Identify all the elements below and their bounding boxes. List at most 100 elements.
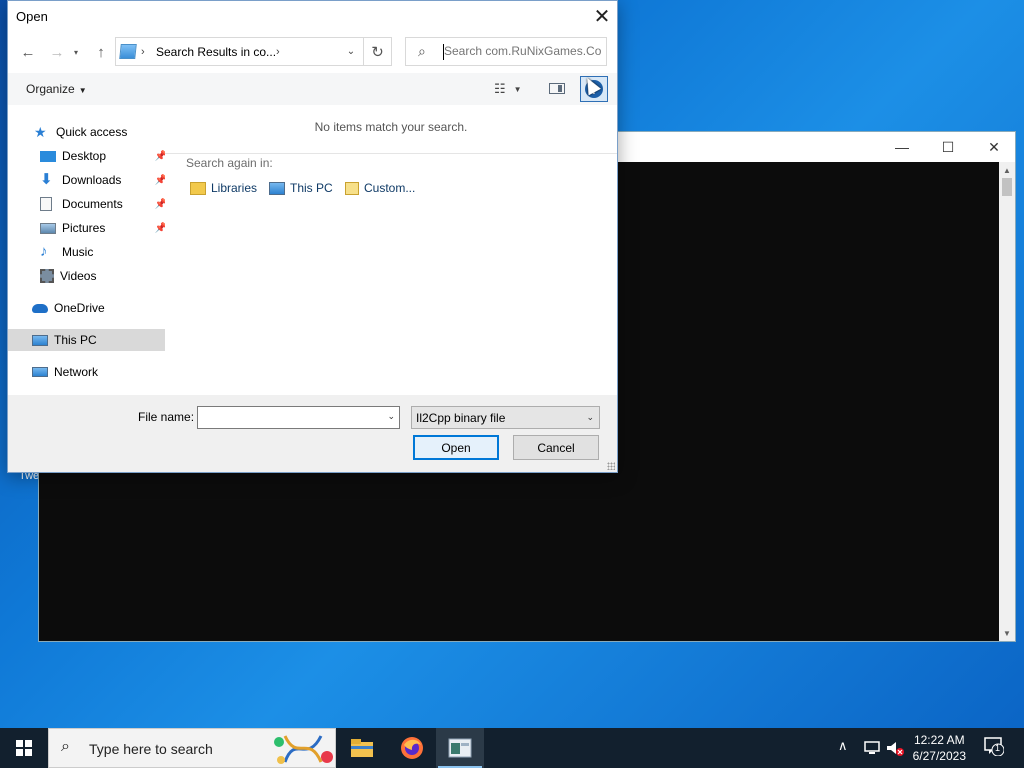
scroll-up-arrow-icon[interactable]: ▲ xyxy=(999,162,1015,178)
desktop-icon xyxy=(40,150,56,162)
address-dropdown-icon[interactable]: ⌄ xyxy=(339,38,363,65)
search-again-label: Search again in: xyxy=(186,156,273,170)
navigation-pane: ★ Quick access Desktop 📌 ⬇ Downloads 📌 Docum… xyxy=(8,105,167,395)
volume-muted-icon[interactable] xyxy=(885,739,905,757)
file-type-value: Il2Cpp binary file xyxy=(416,411,506,425)
scrollbar-thumb[interactable] xyxy=(1002,178,1012,196)
location-label: This PC xyxy=(290,181,333,195)
chevron-down-icon: ▼ xyxy=(78,86,87,95)
refresh-button[interactable]: ↻ xyxy=(364,37,392,66)
nav-network[interactable]: Network xyxy=(32,361,98,383)
file-type-dropdown[interactable]: Il2Cpp binary file ⌄ xyxy=(411,406,600,429)
star-icon: ★ xyxy=(34,124,47,140)
nav-pictures[interactable]: Pictures 📌 xyxy=(40,217,167,239)
taskbar-firefox[interactable] xyxy=(388,728,436,768)
minimize-button[interactable]: — xyxy=(879,132,925,162)
nav-quick-access[interactable]: ★ Quick access xyxy=(34,121,127,143)
notification-count: 1 xyxy=(995,743,1001,753)
file-name-combobox[interactable]: ⌄ xyxy=(197,406,400,429)
network-status-icon[interactable] xyxy=(863,740,881,756)
resize-grip-icon[interactable] xyxy=(607,462,615,470)
maximize-button[interactable]: ☐ xyxy=(925,132,971,162)
nav-label: OneDrive xyxy=(54,301,105,315)
film-icon xyxy=(40,269,54,283)
close-button[interactable]: ✕ xyxy=(971,132,1017,162)
dialog-footer: File name: ⌄ Il2Cpp binary file ⌄ Open C… xyxy=(8,395,617,472)
nav-label: Music xyxy=(62,245,94,259)
taskbar-clock[interactable]: 12:22 AM 6/27/2023 xyxy=(913,732,966,764)
preview-pane-button[interactable] xyxy=(549,80,567,98)
command-bar: Organize ▼ ☷ ▼ ? xyxy=(8,73,617,105)
dialog-close-button[interactable]: ✕ xyxy=(587,1,617,31)
action-center-button[interactable]: 1 xyxy=(984,736,1005,758)
search-again-custom-link[interactable]: Custom... xyxy=(345,178,415,198)
search-again-this-pc-link[interactable]: This PC xyxy=(269,178,333,198)
chevron-down-icon[interactable]: ⌄ xyxy=(387,411,395,422)
download-arrow-icon: ⬇ xyxy=(40,171,53,188)
open-file-dialog: Open ✕ ← → ▾ ↑ › Search Results in co...… xyxy=(7,0,618,473)
notification-icon xyxy=(984,737,1005,757)
divider xyxy=(165,153,617,154)
nav-label: Network xyxy=(54,365,99,379)
search-results-icon xyxy=(119,44,137,59)
nav-documents[interactable]: Documents 📌 xyxy=(40,193,167,215)
taskbar-console-app[interactable] xyxy=(436,728,484,768)
network-icon xyxy=(32,367,48,377)
forward-button[interactable]: → xyxy=(46,41,68,63)
chevron-down-icon[interactable]: ▼ xyxy=(514,85,522,94)
search-box[interactable]: ⌕ xyxy=(405,37,607,66)
music-note-icon: ♪ xyxy=(40,243,48,260)
taskbar-file-explorer[interactable] xyxy=(338,728,386,768)
organize-menu[interactable]: Organize ▼ xyxy=(26,82,87,96)
show-hidden-icons-button[interactable]: ∧ xyxy=(838,738,848,754)
nav-label: Desktop xyxy=(62,149,107,163)
console-scrollbar[interactable]: ▲ ▼ xyxy=(999,162,1015,641)
open-button[interactable]: Open xyxy=(413,435,499,460)
taskbar-search-placeholder[interactable]: Type here to search xyxy=(89,741,213,757)
search-icon: ⌕ xyxy=(418,43,426,59)
clock-date: 6/27/2023 xyxy=(912,749,966,763)
document-icon xyxy=(40,197,52,211)
change-view-button[interactable]: ☷ ▼ xyxy=(494,80,530,98)
address-bar[interactable]: › Search Results in co... › ⌄ xyxy=(115,37,364,66)
taskbar-search-box[interactable]: ⌕ Type here to search xyxy=(48,728,336,768)
chevron-down-icon[interactable]: ⌄ xyxy=(586,412,594,423)
folder-icon xyxy=(351,739,373,757)
nav-label: Pictures xyxy=(62,221,106,235)
breadcrumb-chevron-icon[interactable]: › xyxy=(141,46,145,58)
nav-downloads[interactable]: ⬇ Downloads 📌 xyxy=(40,169,167,191)
start-button[interactable] xyxy=(0,728,48,768)
search-again-libraries-link[interactable]: Libraries xyxy=(190,178,257,198)
nav-videos[interactable]: Videos xyxy=(40,265,96,287)
cloud-icon xyxy=(32,303,48,313)
recent-locations-dropdown[interactable]: ▾ xyxy=(70,41,82,63)
details-view-icon: ☷ xyxy=(494,81,506,96)
search-input[interactable] xyxy=(444,44,604,58)
nav-label: Videos xyxy=(60,269,97,283)
nav-onedrive[interactable]: OneDrive xyxy=(32,297,105,319)
text-caret xyxy=(443,44,444,60)
back-button[interactable]: ← xyxy=(17,41,39,63)
location-label: Libraries xyxy=(211,181,258,195)
console-app-icon xyxy=(448,738,472,758)
nav-label: Quick access xyxy=(56,125,128,139)
organize-label: Organize xyxy=(26,82,75,96)
taskbar: ⌕ Type here to search ∧ 12:22 AM 6/27/20… xyxy=(0,728,1024,768)
cancel-button[interactable]: Cancel xyxy=(513,435,599,460)
nav-music[interactable]: ♪ Music xyxy=(40,241,93,263)
location-label: Custom... xyxy=(364,181,416,195)
dialog-title: Open xyxy=(16,9,48,24)
nav-label: Documents xyxy=(62,197,123,211)
nav-desktop[interactable]: Desktop 📌 xyxy=(40,145,167,167)
up-button[interactable]: ↑ xyxy=(90,41,112,63)
search-icon: ⌕ xyxy=(61,738,70,755)
custom-folder-icon xyxy=(345,181,359,195)
file-name-label: File name: xyxy=(138,410,195,424)
address-text[interactable]: Search Results in co... xyxy=(156,45,276,59)
breadcrumb-chevron-icon[interactable]: › xyxy=(276,46,280,58)
scroll-down-arrow-icon[interactable]: ▼ xyxy=(999,625,1015,641)
pictures-icon xyxy=(40,222,56,234)
empty-results-message: No items match your search. xyxy=(314,120,468,134)
nav-this-pc[interactable]: This PC xyxy=(8,329,165,351)
file-list-pane[interactable]: No items match your search. Search again… xyxy=(165,105,617,395)
